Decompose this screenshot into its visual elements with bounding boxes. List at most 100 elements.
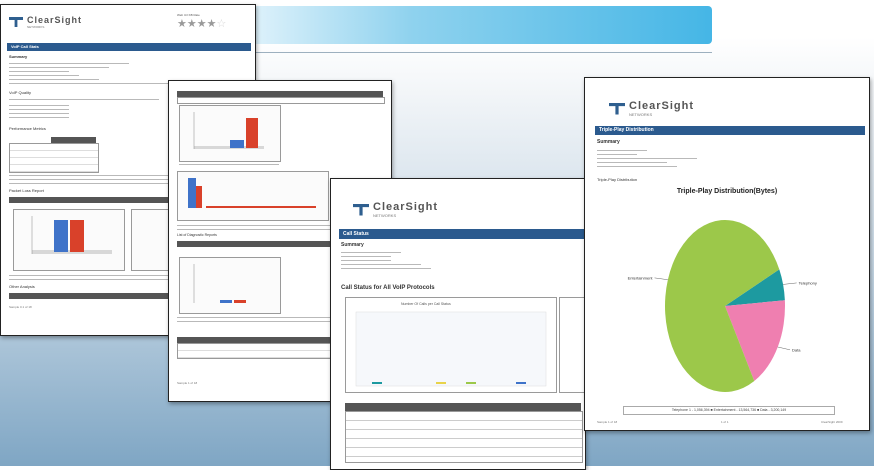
text-line (9, 99, 159, 100)
text-line (9, 63, 129, 64)
brand-name: ClearSight (373, 201, 439, 213)
text-line (597, 150, 647, 151)
bar-red (70, 220, 84, 252)
star-icon: ★ (206, 18, 217, 30)
brand-name: ClearSight (629, 100, 695, 112)
doc2-small-chart-svg (193, 264, 246, 303)
header-rule (250, 52, 712, 53)
brand-logo: ClearSight NETWORKS (9, 15, 82, 29)
doc3-chart: Number Of Calls per Call Status (345, 297, 557, 393)
text-line (341, 256, 391, 257)
star-icon: ★ (196, 18, 207, 30)
text-line (341, 252, 401, 253)
doc3-chart-title: Number Of Calls per Call Status (401, 302, 451, 306)
text-line (9, 71, 69, 72)
doc2-bar-chart (179, 105, 281, 162)
star-icon: ★ (177, 18, 187, 30)
doc2-small-chart (179, 257, 281, 314)
text-line (597, 162, 667, 163)
doc2-wide-chart-svg (188, 178, 316, 208)
bar-teal (372, 382, 382, 384)
header-banner (250, 6, 712, 44)
doc4-section: Triple-Play Distribution (597, 177, 638, 182)
text-line (9, 109, 69, 110)
doc2-footer: Sample 1 of 18 (177, 381, 198, 385)
doc4-chart-title: Triple-Play Distribution(Bytes) (676, 188, 778, 195)
text-line (597, 166, 677, 167)
bar-red-row (206, 206, 316, 208)
doc3-table (345, 411, 583, 463)
bar-blue (220, 300, 232, 303)
brand-logo: ClearSight NETWORKS (353, 201, 438, 218)
doc3-summary-label: Summary (341, 242, 364, 248)
pie-label-data: Data (792, 347, 801, 352)
doc1-section-perf: Performance Metrics (9, 126, 46, 131)
doc1-footer: Sample 0.1 of 18 (9, 305, 32, 309)
bar-blue (54, 220, 68, 252)
doc2-section: List of Diagnostic Reports (177, 233, 217, 237)
report-page-call-status: ClearSight NETWORKS Call Status Summary … (330, 178, 586, 470)
doc1-section-charts: Packet Loss Report (9, 188, 44, 193)
brand-mark-icon (609, 102, 625, 115)
brand-sub: NETWORKS (27, 25, 45, 29)
doc4-footer-right: ClearSight 2009 (821, 420, 843, 424)
text-line (597, 158, 697, 159)
doc4-footer-left: Sample 1 of 18 (597, 420, 618, 424)
text-line (341, 264, 421, 265)
doc3-chart-svg (355, 311, 547, 387)
brand-sub: NETWORKS (629, 112, 653, 117)
bar-red (196, 186, 202, 208)
bar-blue (188, 178, 196, 208)
text-line (597, 154, 637, 155)
text-line (179, 164, 279, 165)
brand-sub: NETWORKS (373, 213, 397, 218)
star-icon: ★ (186, 18, 197, 30)
pie-leader-line (777, 346, 791, 351)
text-line (9, 105, 69, 106)
brand-name: ClearSight (27, 15, 83, 25)
doc1-bar-chart (13, 209, 125, 271)
text-line (9, 79, 99, 80)
doc2-table-row (177, 97, 385, 104)
rating-stars: ★★★★☆ (177, 17, 247, 30)
perf-table (9, 143, 99, 173)
rating-widget: Web Url KB Rate ★★★★☆ (177, 13, 247, 30)
doc4-title-bar: Triple-Play Distribution (595, 126, 865, 135)
doc3-table-header (345, 403, 581, 411)
pie-leader-line (654, 277, 668, 280)
text-line (9, 113, 69, 114)
bar-blue (516, 382, 526, 384)
text-line (9, 117, 69, 118)
doc4-legend: Telephone 1 - 1,056,394 ■ Entertainment … (623, 406, 835, 415)
plot-area (355, 311, 547, 387)
doc2-bar-chart-svg (193, 112, 264, 149)
doc3-section: Call Status for All VoIP Protocols (341, 285, 435, 291)
doc1-summary-label: Summary (9, 54, 28, 59)
bar-red (246, 118, 258, 148)
doc3-chart-2 (559, 297, 585, 393)
doc3-title-bar: Call Status (339, 229, 585, 239)
doc1-section-quality: VoIP Quality (9, 90, 31, 95)
doc4-footer-mid: 1 of 1 (721, 420, 729, 424)
brand-logo: ClearSight NETWORKS (609, 100, 694, 117)
bar-green (466, 382, 476, 384)
text-line (341, 260, 391, 261)
doc1-bar-chart-svg (31, 216, 112, 254)
star-empty-icon: ☆ (216, 18, 227, 30)
report-page-triple-play: ClearSight NETWORKS Triple-Play Distribu… (584, 77, 870, 431)
bar-blue (230, 140, 244, 148)
text-line (9, 75, 79, 76)
doc1-section-other: Other Analysis (9, 284, 35, 289)
pie-label-telephony: Telephony (799, 280, 817, 285)
doc4-pie-chart: Telephony Data Entertainment (628, 220, 817, 392)
brand-mark-icon (353, 203, 369, 216)
pie-label-entertainment: Entertainment (628, 275, 654, 280)
brand-mark-icon (9, 17, 23, 27)
text-line (9, 67, 109, 68)
doc1-title-bar: VoIP Call Stats (7, 43, 251, 51)
doc4-summary-label: Summary (597, 139, 620, 145)
pie-leader-line (783, 282, 797, 285)
bar-yellow (436, 382, 446, 384)
text-line (341, 268, 431, 269)
bar-red (234, 300, 246, 303)
